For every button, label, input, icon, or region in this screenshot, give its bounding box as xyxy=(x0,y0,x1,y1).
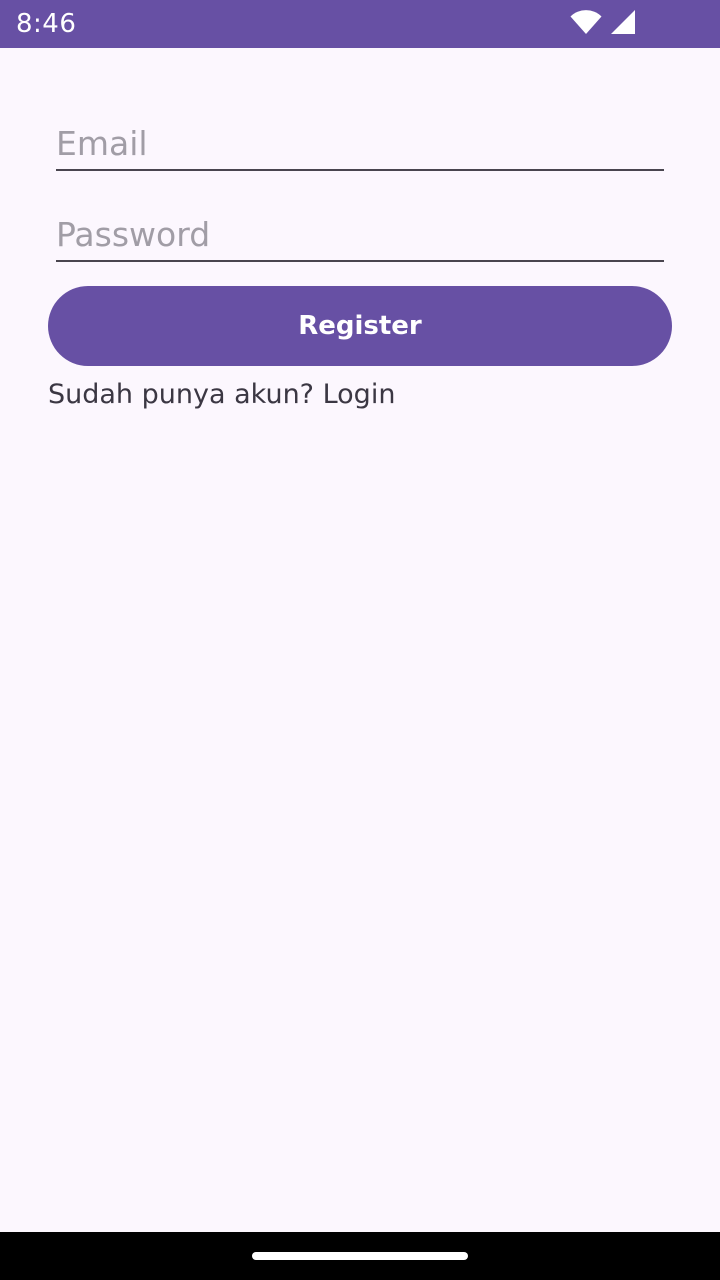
status-icons xyxy=(570,10,636,38)
cellular-signal-icon xyxy=(610,9,636,39)
home-handle[interactable] xyxy=(252,1252,468,1260)
register-screen: Register Sudah punya akun? Login xyxy=(0,48,720,1232)
navigation-bar xyxy=(0,1232,720,1280)
login-link[interactable]: Sudah punya akun? Login xyxy=(48,375,395,415)
password-input[interactable] xyxy=(56,208,664,260)
register-button[interactable]: Register xyxy=(48,286,672,366)
wifi-icon xyxy=(570,9,602,39)
status-time: 8:46 xyxy=(16,9,77,39)
email-field[interactable] xyxy=(56,117,664,171)
status-bar: 8:46 xyxy=(0,0,720,48)
password-field[interactable] xyxy=(56,208,664,262)
email-input[interactable] xyxy=(56,117,664,169)
